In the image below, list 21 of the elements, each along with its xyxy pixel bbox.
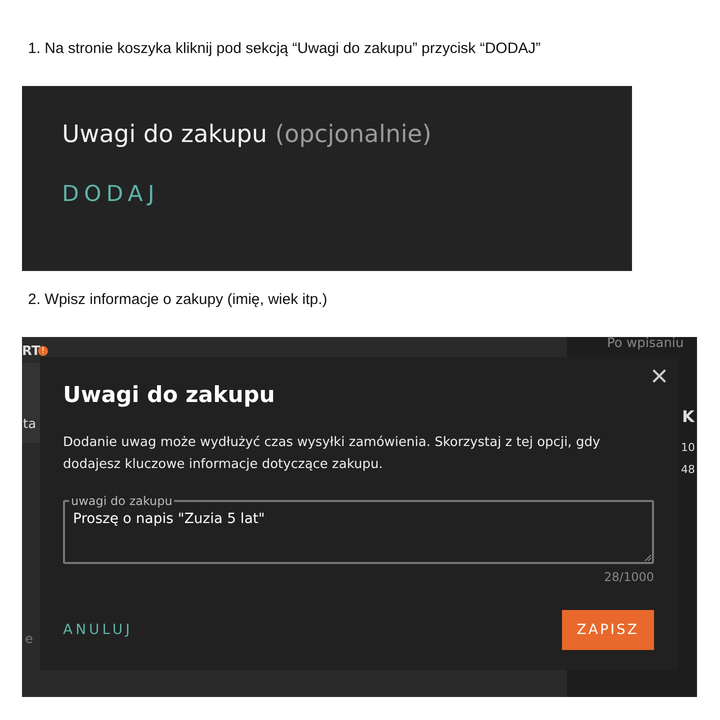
resize-handle-icon[interactable] bbox=[644, 554, 651, 561]
field-value: Proszę o napis "Zuzia 5 lat" bbox=[73, 511, 265, 527]
section-title: Uwagi do zakupu bbox=[62, 120, 268, 148]
modal-title: Uwagi do zakupu bbox=[63, 383, 276, 408]
field-label: uwagi do zakupu bbox=[70, 494, 174, 508]
notes-field[interactable]: uwagi do zakupu Proszę o napis "Zuzia 5 lat" bbox=[63, 494, 654, 564]
page-text: 10 bbox=[681, 441, 695, 454]
character-counter: 28/1000 bbox=[603, 570, 654, 584]
page-heading: K bbox=[682, 407, 694, 426]
modal-description: Dodanie uwag może wydłużyć czas wysyłki zamówienia. Skorzystaj z tej opcji, gdy dodajesz kluczowe informacje dotyczące zakupu. bbox=[63, 434, 602, 474]
alert-badge: ! bbox=[38, 346, 48, 356]
page-text: e bbox=[25, 632, 33, 647]
page-text: ta bbox=[23, 417, 36, 432]
page-text: 48 bbox=[681, 463, 695, 476]
hint-text: Po wpisaniu bbox=[607, 337, 684, 351]
cancel-button[interactable]: ANULUJ bbox=[63, 622, 133, 638]
close-button[interactable]: × bbox=[650, 361, 668, 393]
optional-label: (opcjonalnie) bbox=[275, 120, 432, 148]
step-instruction: 1. Na stronie koszyka kliknij pod sekcją “Uwagi do zakupu” przycisk “DODAJ” bbox=[28, 40, 541, 57]
add-button[interactable]: DODAJ bbox=[62, 182, 160, 207]
step-instruction: 2. Wpisz informacje o zakupy (imię, wiek itp.) bbox=[28, 291, 328, 308]
